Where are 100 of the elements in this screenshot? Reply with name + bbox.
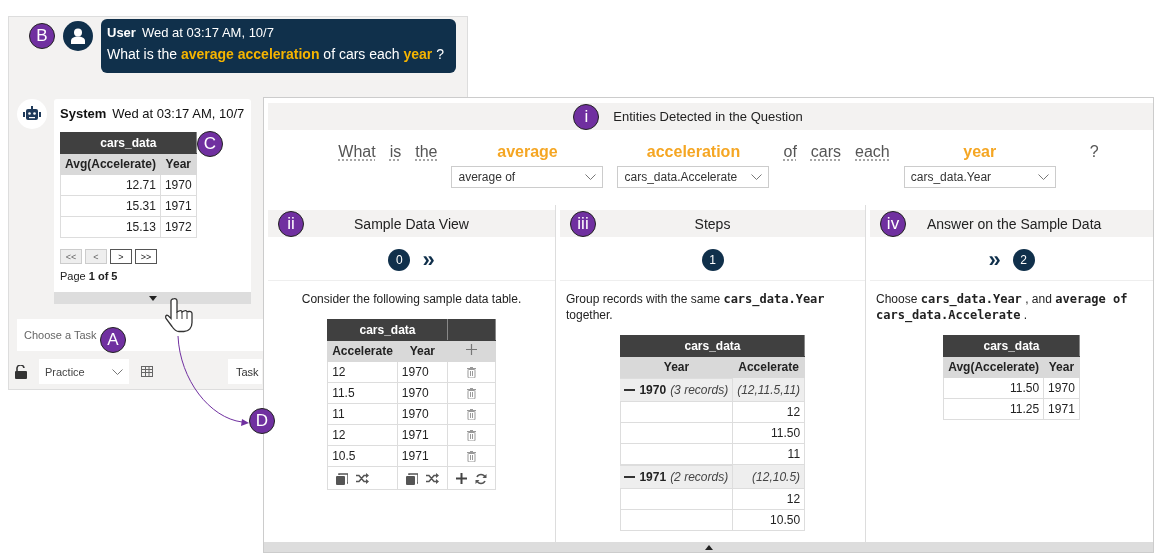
question-word[interactable]: cars [810, 143, 842, 161]
plus-icon[interactable] [455, 473, 467, 485]
annotation-marker: iv [880, 211, 906, 237]
column-header: Accelerate [327, 340, 398, 362]
next-step-button[interactable]: » [988, 249, 1001, 271]
section-title: Answer on the Sample Data [927, 215, 1102, 232]
table-cell: 1970 [397, 361, 448, 383]
chevron-down-icon [751, 174, 763, 180]
chevron-down-icon [112, 368, 123, 375]
copy-icon[interactable] [336, 472, 349, 485]
collapse-icon[interactable] [624, 476, 636, 480]
annotation-marker: D [249, 408, 275, 434]
column-header: Avg(Accelerate) [943, 356, 1044, 378]
section-title: Entities Detected in the Question [613, 109, 803, 124]
table-cell: 1971 [1043, 398, 1080, 420]
question-word[interactable]: is [389, 143, 402, 161]
shuffle-icon[interactable] [356, 473, 370, 485]
table-cell: 10.5 [327, 445, 398, 467]
annotation-marker: ii [278, 211, 304, 237]
entity-mapping-dropdown[interactable]: cars_data.Year [903, 166, 1056, 188]
table-title: cars_data [943, 335, 1080, 357]
table-cell: 11.50 [732, 422, 805, 444]
table-cell: 15.31 [60, 195, 161, 217]
table-cell: 12 [327, 424, 398, 446]
table-title: cars_data [60, 132, 197, 154]
column-header: Avg(Accelerate) [60, 153, 161, 175]
table-cell: 1970 [1043, 377, 1080, 399]
timestamp: Wed at 03:17 AM, 10/7 [141, 25, 274, 40]
section-title: Sample Data View [354, 215, 469, 232]
collapse-icon[interactable] [624, 389, 636, 393]
sender-name: User [107, 25, 136, 40]
trash-icon[interactable] [466, 409, 476, 421]
entity-mapping-dropdown[interactable]: average of [451, 166, 604, 188]
step-number[interactable]: 2 [1012, 249, 1035, 271]
next-step-button[interactable]: » [422, 249, 435, 271]
group-key: 1970 [639, 383, 667, 397]
chevron-down-icon [1037, 174, 1049, 180]
trash-icon[interactable] [466, 367, 476, 379]
column-header: Year [620, 356, 733, 378]
table-cell: 12 [327, 361, 398, 383]
table-title: cars_data [327, 319, 448, 341]
section-title: Steps [694, 215, 731, 232]
table-cell: 1971 [397, 424, 448, 446]
question-word[interactable]: What [338, 143, 376, 161]
page-button[interactable]: > [110, 249, 132, 264]
page-button[interactable]: >> [135, 249, 157, 264]
table-cell: 1970 [397, 403, 448, 425]
shuffle-icon[interactable] [425, 473, 439, 485]
entity-word: acceleration [646, 143, 741, 161]
entity-mapping-dropdown[interactable]: cars_data.Accelerate [617, 166, 770, 188]
question-mark: ? [1089, 143, 1099, 161]
annotation-marker: iii [570, 211, 596, 237]
robot-icon [23, 106, 41, 122]
annotation-marker: i [573, 103, 600, 130]
copy-icon[interactable] [405, 472, 418, 485]
unlocked-padlock-icon[interactable] [15, 364, 27, 379]
table-cell: (12,10.5) [732, 464, 805, 489]
question-word[interactable]: each [855, 143, 890, 161]
table-cell: 12.71 [60, 174, 161, 196]
table-cell: 1971 [160, 195, 197, 217]
table-cell: 1971 [397, 445, 448, 467]
question-text: What is the average acceleration of cars each year ? [107, 46, 445, 62]
step-number[interactable]: 1 [701, 249, 724, 271]
entity-word: average [497, 143, 558, 161]
table-cell: 10.50 [732, 509, 805, 531]
group-key: 1971 [639, 470, 667, 484]
caret-down-icon[interactable] [148, 295, 157, 301]
table-icon[interactable] [141, 366, 153, 377]
table-cell: 11.50 [943, 377, 1044, 399]
step-description: Group records with the same cars_data.Year together. [566, 291, 826, 323]
trash-icon[interactable] [466, 388, 476, 400]
timestamp: Wed at 03:17 AM, 10/7 [112, 106, 245, 121]
table-cell: (12,11.5,11) [732, 377, 805, 402]
annotation-marker: C [197, 131, 223, 157]
record-count: (3 records) [670, 383, 729, 397]
question-word[interactable]: of [783, 143, 797, 161]
entity-word: year [963, 143, 997, 161]
task-button[interactable]: Task [228, 359, 262, 384]
table-cell: 11 [732, 443, 805, 465]
refresh-icon[interactable] [474, 472, 487, 485]
mode-dropdown[interactable]: Practice [39, 359, 129, 384]
table-cell: 1970 [397, 382, 448, 404]
trash-icon[interactable] [466, 451, 476, 463]
table-cell: 12 [732, 401, 805, 423]
table-cell: 15.13 [60, 216, 161, 238]
record-count: (2 records) [670, 470, 729, 484]
table-cell: 1970 [160, 174, 197, 196]
step-number[interactable]: 0 [388, 249, 411, 271]
user-icon [71, 28, 85, 44]
question-word[interactable]: the [415, 143, 438, 161]
caret-up-icon[interactable] [704, 544, 713, 550]
table-cell: 12 [732, 488, 805, 510]
trash-icon[interactable] [466, 430, 476, 442]
page-indicator: Page 1 of 5 [60, 270, 119, 282]
step-description: Choose cars_data.Year , and average of cars_data.Accelerate . [876, 291, 1129, 323]
step-description: Consider the following sample data table. [300, 291, 523, 307]
table-cell: 11.5 [327, 382, 398, 404]
table-title: cars_data [620, 335, 805, 357]
table-cell: 11.25 [943, 398, 1044, 420]
chevron-down-icon [585, 174, 597, 180]
